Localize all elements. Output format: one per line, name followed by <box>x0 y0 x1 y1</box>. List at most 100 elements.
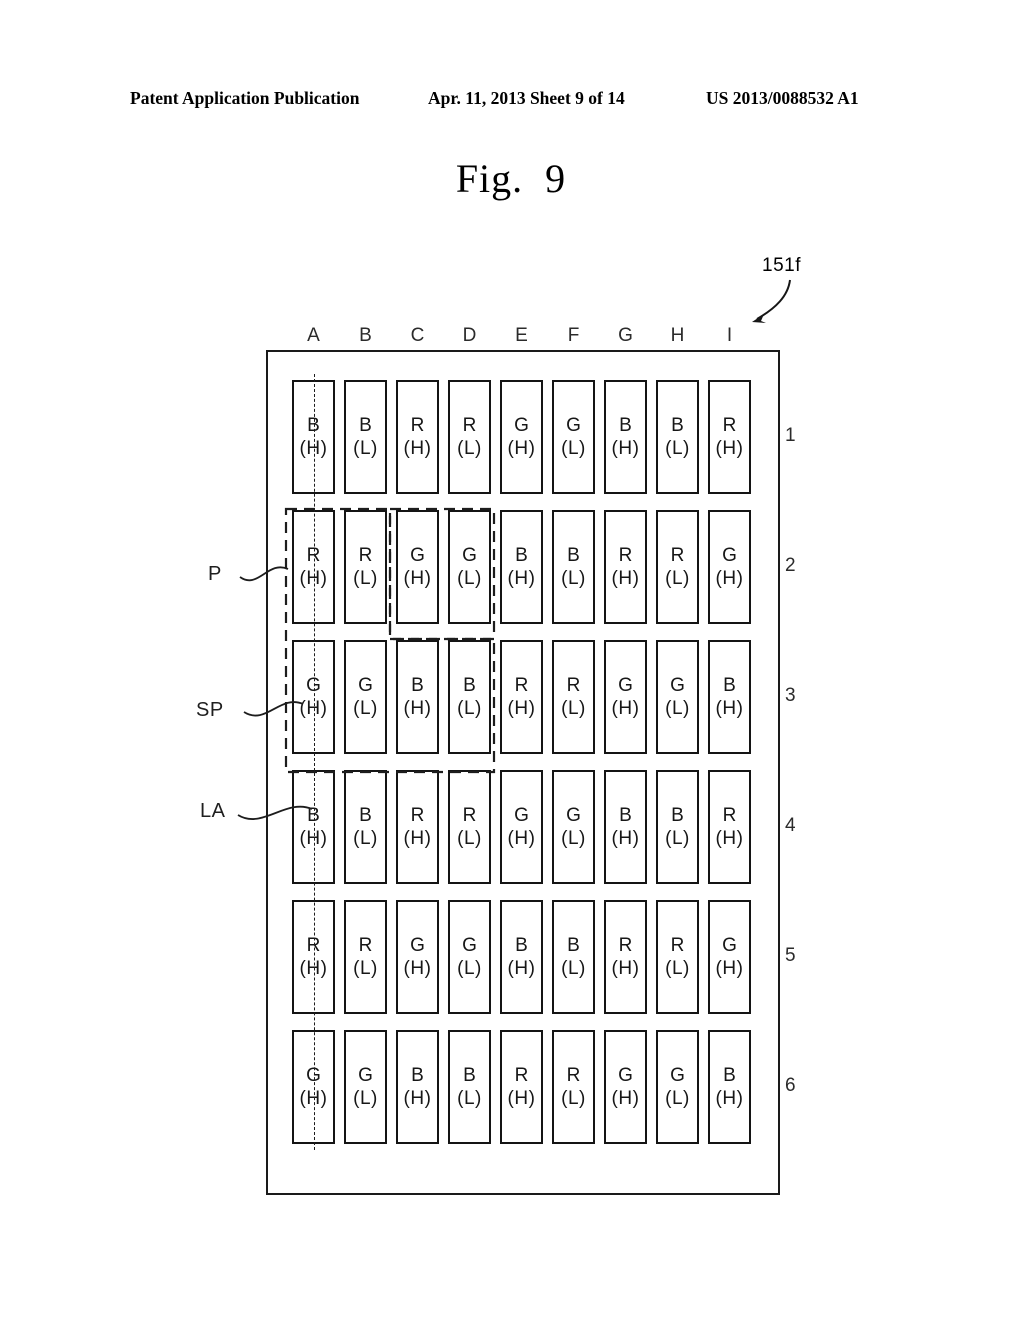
subpixel-cell-I4: R (H) <box>708 770 751 884</box>
subpixel-cell-F5: B (L) <box>552 900 595 1014</box>
subpixel-cell-H5: R (L) <box>656 900 699 1014</box>
subpixel-level-letter: (L) <box>457 1088 482 1109</box>
subpixel-level-letter: (H) <box>715 438 744 459</box>
subpixel-level-letter: (L) <box>665 698 690 719</box>
subpixel-level-letter: (H) <box>403 568 432 589</box>
row-label-6: 6 <box>785 1075 796 1096</box>
subpixel-color-letter: G <box>462 544 477 566</box>
subpixel-cell-D2: G (L) <box>448 510 491 624</box>
subpixel-cell-I3: B (H) <box>708 640 751 754</box>
column-label-H: H <box>670 325 685 346</box>
subpixel-level-letter: (H) <box>715 698 744 719</box>
subpixel-cell-F2: B (L) <box>552 510 595 624</box>
subpixel-color-letter: R <box>566 1064 581 1086</box>
subpixel-level-letter: (H) <box>715 958 744 979</box>
subpixel-color-letter: G <box>670 674 685 696</box>
subpixel-color-letter: G <box>618 674 633 696</box>
subpixel-color-letter: G <box>566 804 581 826</box>
subpixel-color-letter: B <box>723 1064 736 1086</box>
subpixel-level-letter: (L) <box>353 828 378 849</box>
subpixel-cell-F1: G (L) <box>552 380 595 494</box>
subpixel-color-letter: G <box>358 674 373 696</box>
subpixel-color-letter: G <box>514 804 529 826</box>
subpixel-cell-I6: B (H) <box>708 1030 751 1144</box>
column-label-E: E <box>515 325 528 346</box>
subpixel-level-letter: (L) <box>457 568 482 589</box>
subpixel-level-letter: (H) <box>611 1088 640 1109</box>
subpixel-cell-D3: B (L) <box>448 640 491 754</box>
subpixel-level-letter: (L) <box>561 438 586 459</box>
subpixel-cell-C6: B (H) <box>396 1030 439 1144</box>
subpixel-cell-G4: B (H) <box>604 770 647 884</box>
subpixel-color-letter: G <box>410 934 425 956</box>
side-label-SP: SP <box>196 699 224 721</box>
column-a-centerline <box>313 374 315 1150</box>
row-label-3: 3 <box>785 685 796 706</box>
row-label-2: 2 <box>785 555 796 576</box>
row-label-4: 4 <box>785 815 796 836</box>
subpixel-cell-B3: G (L) <box>344 640 387 754</box>
subpixel-cell-E2: B (H) <box>500 510 543 624</box>
subpixel-color-letter: G <box>618 1064 633 1086</box>
subpixel-color-letter: B <box>463 674 476 696</box>
subpixel-color-letter: B <box>619 804 632 826</box>
subpixel-level-letter: (H) <box>403 698 432 719</box>
subpixel-cell-B4: B (L) <box>344 770 387 884</box>
subpixel-cell-I5: G (H) <box>708 900 751 1014</box>
row-label-1: 1 <box>785 425 796 446</box>
subpixel-color-letter: B <box>359 804 372 826</box>
subpixel-color-letter: R <box>410 804 425 826</box>
subpixel-color-letter: B <box>411 1064 424 1086</box>
subpixel-cell-D4: R (L) <box>448 770 491 884</box>
subpixel-cell-C3: B (H) <box>396 640 439 754</box>
subpixel-color-letter: G <box>410 544 425 566</box>
subpixel-color-letter: R <box>514 674 529 696</box>
subpixel-level-letter: (L) <box>561 568 586 589</box>
subpixel-level-letter: (H) <box>507 958 536 979</box>
subpixel-cell-E1: G (H) <box>500 380 543 494</box>
column-label-I: I <box>726 325 733 346</box>
subpixel-level-letter: (H) <box>507 698 536 719</box>
subpixel-level-letter: (L) <box>561 698 586 719</box>
subpixel-level-letter: (H) <box>715 1088 744 1109</box>
reference-arrow-icon <box>752 279 791 323</box>
subpixel-cell-G6: G (H) <box>604 1030 647 1144</box>
subpixel-color-letter: R <box>670 544 685 566</box>
subpixel-color-letter: B <box>463 1064 476 1086</box>
subpixel-level-letter: (L) <box>665 828 690 849</box>
subpixel-color-letter: G <box>462 934 477 956</box>
subpixel-cell-F4: G (L) <box>552 770 595 884</box>
subpixel-level-letter: (L) <box>561 1088 586 1109</box>
subpixel-level-letter: (L) <box>561 828 586 849</box>
subpixel-color-letter: R <box>358 934 373 956</box>
column-label-D: D <box>462 325 477 346</box>
subpixel-level-letter: (H) <box>403 828 432 849</box>
subpixel-cell-I2: G (H) <box>708 510 751 624</box>
subpixel-cell-F3: R (L) <box>552 640 595 754</box>
subpixel-cell-D5: G (L) <box>448 900 491 1014</box>
subpixel-cell-B6: G (L) <box>344 1030 387 1144</box>
subpixel-level-letter: (L) <box>353 958 378 979</box>
subpixel-color-letter: G <box>514 414 529 436</box>
column-label-F: F <box>567 325 580 346</box>
subpixel-level-letter: (H) <box>611 958 640 979</box>
subpixel-color-letter: G <box>566 414 581 436</box>
subpixel-level-letter: (L) <box>665 1088 690 1109</box>
subpixel-cell-I1: R (H) <box>708 380 751 494</box>
subpixel-color-letter: R <box>410 414 425 436</box>
subpixel-color-letter: R <box>618 934 633 956</box>
subpixel-color-letter: B <box>359 414 372 436</box>
subpixel-cell-G5: R (H) <box>604 900 647 1014</box>
subpixel-level-letter: (L) <box>457 958 482 979</box>
subpixel-color-letter: G <box>722 544 737 566</box>
subpixel-level-letter: (H) <box>715 568 744 589</box>
subpixel-cell-E4: G (H) <box>500 770 543 884</box>
subpixel-level-letter: (L) <box>457 828 482 849</box>
subpixel-cell-B5: R (L) <box>344 900 387 1014</box>
subpixel-cell-D1: R (L) <box>448 380 491 494</box>
subpixel-level-letter: (L) <box>353 698 378 719</box>
column-label-C: C <box>410 325 425 346</box>
subpixel-color-letter: B <box>567 934 580 956</box>
subpixel-color-letter: R <box>514 1064 529 1086</box>
subpixel-cell-G1: B (H) <box>604 380 647 494</box>
